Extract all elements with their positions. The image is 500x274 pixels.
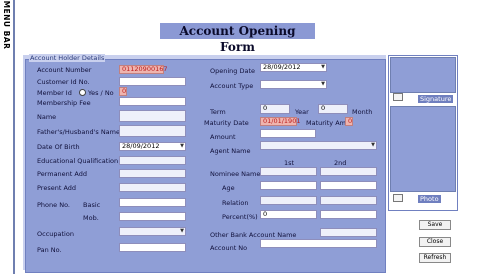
- age-2nd-field[interactable]: [320, 181, 377, 190]
- close-button[interactable]: Close: [419, 237, 451, 247]
- chevron-down-icon[interactable]: ▼: [180, 228, 184, 235]
- education-field[interactable]: [119, 156, 186, 165]
- name-label: Name: [37, 113, 57, 121]
- section-title: Account Holder Details: [29, 54, 106, 62]
- pan-field[interactable]: [119, 243, 186, 252]
- col-1st-header: 1st: [284, 159, 295, 167]
- agent-name-select[interactable]: ▼: [260, 141, 377, 150]
- member-id-yes-no-label: Yes / No: [88, 89, 114, 97]
- relation-1st-field[interactable]: [260, 196, 317, 205]
- percent-2nd-field[interactable]: [320, 210, 377, 219]
- amount-field[interactable]: [260, 129, 316, 138]
- term-year-field[interactable]: 0: [260, 104, 290, 114]
- photo-browse-button[interactable]: [393, 194, 403, 202]
- nominee-name-label: Nominee Name: [210, 170, 261, 178]
- present-add-field[interactable]: [119, 183, 186, 192]
- menu-bar-label[interactable]: MENU BAR: [1, 0, 11, 57]
- phone-mob-label: Mob.: [83, 214, 99, 222]
- account-no-field[interactable]: [260, 239, 377, 248]
- maturity-date-label: Maturity Date: [204, 119, 249, 127]
- pan-label: Pan No.: [37, 246, 62, 254]
- opening-date-picker[interactable]: 28/09/2012 ▼: [260, 63, 327, 72]
- age-1st-field[interactable]: [260, 181, 317, 190]
- other-bank-label: Other Bank Account Name: [210, 231, 297, 239]
- maturity-amt-field[interactable]: 0: [345, 117, 353, 126]
- nominee-name-1st-field[interactable]: [260, 167, 317, 176]
- chevron-down-icon[interactable]: ▼: [321, 64, 325, 71]
- permanent-add-field[interactable]: [119, 169, 186, 178]
- account-no-label: Account No: [210, 244, 248, 252]
- signature-browse-button[interactable]: [393, 93, 403, 101]
- permanent-add-label: Permanent Add: [37, 170, 87, 178]
- phone-basic-field[interactable]: [119, 198, 186, 207]
- name-field[interactable]: [119, 110, 186, 122]
- phone-label: Phone No.: [37, 201, 70, 209]
- present-add-label: Present Add: [37, 184, 77, 192]
- member-id-radio[interactable]: [79, 89, 86, 96]
- photo-preview: [390, 106, 456, 192]
- father-name-label: Father's/Husband's Name: [37, 128, 120, 136]
- account-type-label: Account Type: [210, 82, 254, 90]
- nominee-name-2nd-field[interactable]: [320, 167, 377, 176]
- other-bank-field[interactable]: [320, 228, 377, 237]
- occupation-select[interactable]: ▼: [119, 227, 186, 236]
- chevron-down-icon[interactable]: ▼: [321, 81, 325, 88]
- phone-basic-label: Basic: [83, 201, 101, 209]
- term-year-label: Year: [295, 108, 309, 116]
- signature-label: Signature: [418, 95, 454, 103]
- page-title: Account Opening Form: [160, 23, 315, 54]
- dob-picker[interactable]: 28/09/2012 ▼: [119, 142, 186, 151]
- agent-name-label: Agent Name: [210, 147, 251, 155]
- maturity-amt-label: Maturity Amt: [306, 119, 349, 127]
- term-month-field[interactable]: 0: [318, 104, 348, 114]
- customer-id-label: Customer Id No.: [37, 78, 90, 86]
- father-name-field[interactable]: [119, 125, 186, 137]
- percent-label: Percent(%): [222, 213, 258, 221]
- membership-fee-label: Membership Fee: [37, 99, 91, 107]
- chevron-down-icon[interactable]: ▼: [371, 142, 375, 149]
- chevron-down-icon[interactable]: ▼: [180, 143, 184, 150]
- signature-preview: [390, 57, 456, 93]
- phone-mob-field[interactable]: [119, 212, 186, 221]
- account-number-field[interactable]: 01120900167: [119, 65, 168, 74]
- membership-fee-field[interactable]: [119, 97, 186, 106]
- member-id-label: Member Id: [37, 89, 72, 97]
- relation-2nd-field[interactable]: [320, 196, 377, 205]
- dob-label: Date Of Birth: [37, 143, 80, 151]
- save-button[interactable]: Save: [419, 220, 451, 230]
- refresh-button[interactable]: Refresh: [419, 253, 451, 263]
- relation-label: Relation: [222, 199, 249, 207]
- account-type-select[interactable]: ▼: [260, 80, 327, 89]
- maturity-date-field[interactable]: 01/01/1901: [260, 117, 300, 126]
- col-2nd-header: 2nd: [334, 159, 347, 167]
- percent-1st-field[interactable]: 0: [260, 210, 317, 219]
- account-number-label: Account Number: [37, 66, 92, 74]
- age-label: Age: [222, 184, 235, 192]
- opening-date-label: Opening Date: [210, 67, 256, 75]
- term-month-label: Month: [352, 108, 373, 116]
- term-label: Term: [210, 108, 226, 116]
- amount-label: Amount: [210, 133, 236, 141]
- opening-date-value: 28/09/2012: [263, 63, 301, 71]
- photo-label: Photo: [418, 195, 441, 203]
- customer-id-field[interactable]: [119, 77, 186, 86]
- member-id-field[interactable]: 0: [119, 87, 127, 96]
- dob-value: 28/09/2012: [122, 142, 160, 150]
- occupation-label: Occupation: [37, 230, 74, 238]
- education-label: Educational Qualification: [37, 157, 119, 165]
